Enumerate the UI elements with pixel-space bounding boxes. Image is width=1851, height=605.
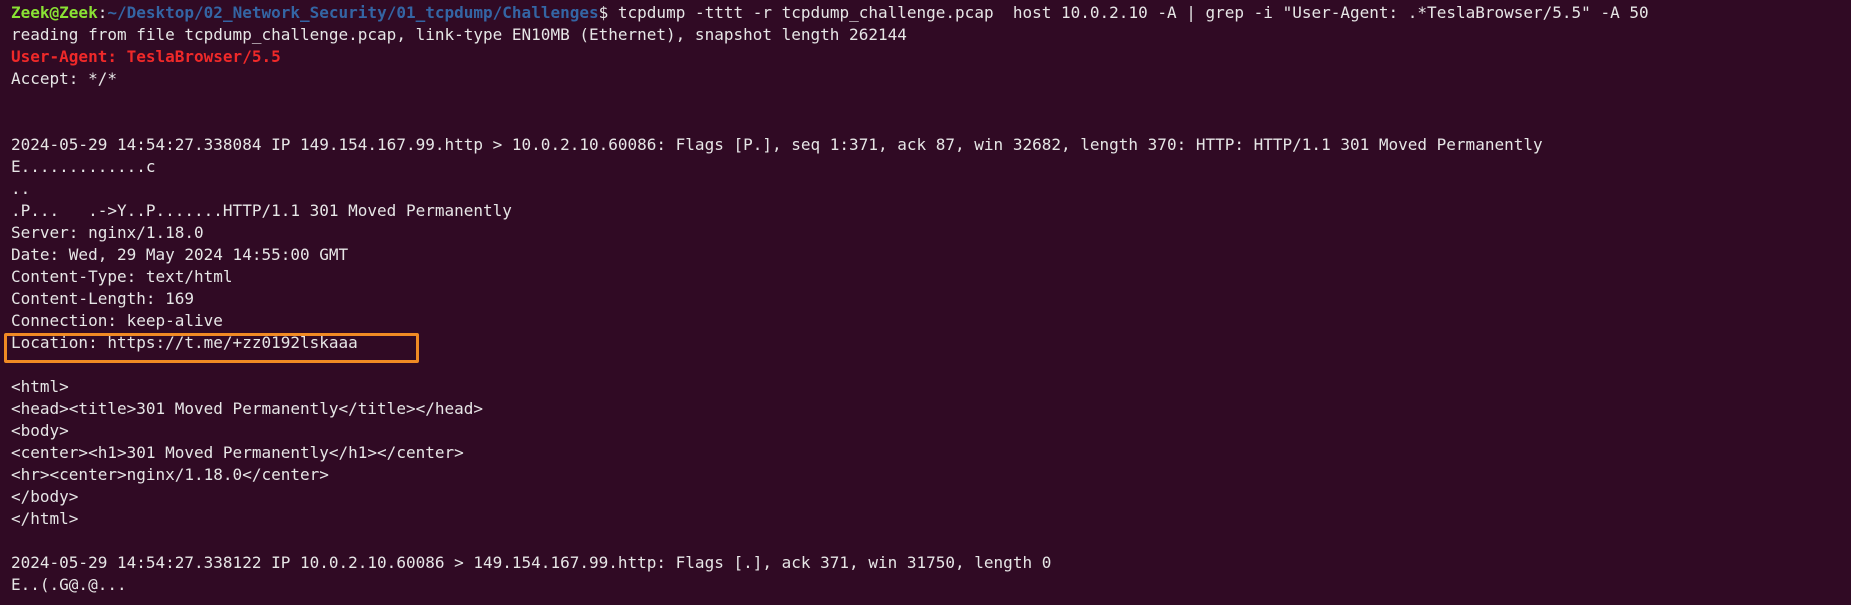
output-line: .. <box>11 179 31 198</box>
output-line: <head><title>301 Moved Permanently</titl… <box>11 399 484 418</box>
prompt-symbol: $ <box>598 3 609 22</box>
output-line: <hr><center>nginx/1.18.0</center> <box>11 465 329 484</box>
output-line: <body> <box>11 421 69 440</box>
output-line: E..(.G@.@... <box>11 575 127 594</box>
output-line: E.............c <box>11 157 156 176</box>
prompt-line: Zeek@Zeek:~/Desktop/02_Network_Security/… <box>11 2 1649 24</box>
output-line: Date: Wed, 29 May 2024 14:55:00 GMT <box>11 245 349 264</box>
terminal-window[interactable]: Zeek@Zeek:~/Desktop/02_Network_Security/… <box>0 0 1851 605</box>
output-line: 2024-05-29 14:54:27.338084 IP 149.154.16… <box>11 135 1543 154</box>
output-line: <html> <box>11 377 69 396</box>
prompt-separator: : <box>97 3 108 22</box>
output-line: </body> <box>11 487 79 506</box>
prompt-user-host: Zeek@Zeek <box>11 3 98 22</box>
prompt-path: ~/Desktop/02_Network_Security/01_tcpdump… <box>107 3 599 22</box>
output-line: Content-Type: text/html <box>11 267 233 286</box>
output-line: 2024-05-29 14:54:27.338122 IP 10.0.2.10.… <box>11 553 1052 572</box>
grep-match-line: User-Agent: TeslaBrowser/5.5 <box>11 47 281 66</box>
output-line: Server: nginx/1.18.0 <box>11 223 204 242</box>
output-line: reading from file tcpdump_challenge.pcap… <box>11 25 907 44</box>
output-line: </html> <box>11 509 79 528</box>
output-line: Content-Length: 169 <box>11 289 195 308</box>
output-line: Connection: keep-alive <box>11 311 223 330</box>
location-highlight-box <box>4 333 419 363</box>
command-text: tcpdump -tttt -r tcpdump_challenge.pcap … <box>608 3 1649 22</box>
output-line: <center><h1>301 Moved Permanently</h1></… <box>11 443 464 462</box>
output-line: Accept: */* <box>11 69 117 88</box>
output-line: .P... .->Y..P.......HTTP/1.1 301 Moved P… <box>11 201 512 220</box>
